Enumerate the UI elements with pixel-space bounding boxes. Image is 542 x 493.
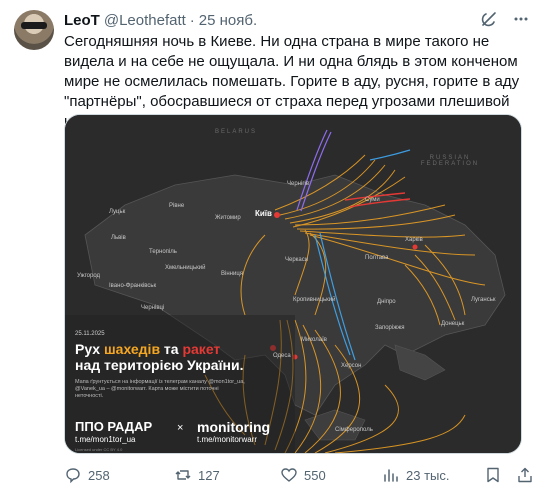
- city-label-cherkasy: Черкаси: [285, 257, 309, 263]
- city-label-lviv: Львів: [111, 235, 126, 241]
- reply-count: 258: [88, 467, 110, 483]
- headline-part-2: та: [160, 341, 183, 357]
- city-label-simferopol: Сімферополь: [335, 427, 373, 433]
- like-count: 550: [304, 467, 326, 483]
- tweet-actions: 258 127 550 23 тыс.: [64, 466, 534, 486]
- city-label-chernivtsi: Чернівці: [141, 305, 165, 311]
- city-label-vinnytsia: Вінниця: [221, 271, 243, 277]
- retweet-icon: [174, 466, 192, 484]
- city-label-zhytomyr: Житомир: [215, 215, 241, 221]
- city-label-kharkiv: Харків: [405, 237, 423, 243]
- avatar-glasses: [21, 22, 47, 29]
- city-label-uzhhorod: Ужгород: [77, 273, 101, 279]
- city-label-chernihiv: Чернігів: [287, 181, 310, 187]
- headline-rockets: ракет: [182, 341, 221, 357]
- city-label-dnipro: Дніпро: [377, 299, 396, 305]
- bookmark-icon: [484, 466, 502, 484]
- author-name[interactable]: LeoT: [64, 12, 100, 29]
- brand-ppo-radar: ППО РАДАР: [75, 419, 153, 434]
- tweet-header: LeoT @Leothefatt · 25 нояб.: [64, 10, 530, 30]
- avatar[interactable]: [14, 10, 54, 50]
- share-icon: [516, 466, 534, 484]
- city-label-odesa: Одеса: [273, 353, 291, 359]
- city-label-donetsk: Донецьк: [441, 321, 465, 327]
- headline-part-1: Рух: [75, 341, 104, 357]
- city-label-kropyvnytskyi: Кропивницький: [293, 297, 336, 303]
- tweet-time[interactable]: 25 нояб.: [199, 12, 257, 29]
- tweet-media-map[interactable]: BELARUS RUSSIAN FEDERATION Київ Чернігів…: [64, 114, 522, 454]
- views-chart-icon: [382, 466, 400, 484]
- city-label-zaporizhzhia: Запоріжжя: [375, 325, 405, 331]
- author-handle[interactable]: @Leothefatt: [104, 12, 186, 29]
- share-button[interactable]: [516, 466, 534, 484]
- brand-monitoring-link: t.me/monitorwarr: [197, 435, 258, 444]
- retweet-count: 127: [198, 467, 220, 483]
- map-date: 25.11.2025: [75, 331, 105, 337]
- views-count: 23 тыс.: [406, 467, 450, 483]
- city-label-ternopil: Тернопіль: [149, 249, 177, 255]
- map-headline: Рух шахедів та ракет над територією Украї…: [75, 341, 275, 373]
- grok-icon[interactable]: [480, 10, 498, 28]
- country-label-belarus: BELARUS: [215, 129, 258, 135]
- views-button[interactable]: 23 тыс.: [382, 466, 449, 484]
- country-label-russia: RUSSIAN FEDERATION: [420, 155, 480, 167]
- city-label-kyiv: Київ: [255, 209, 272, 218]
- more-icon[interactable]: [512, 10, 530, 28]
- city-label-ivano-frankivsk: Івано-Франківськ: [109, 283, 157, 289]
- brand-ppo-radar-link: t.me/mon1tor_ua: [75, 435, 136, 444]
- heart-icon: [280, 466, 298, 484]
- city-label-kherson: Херсон: [341, 363, 362, 369]
- reply-button[interactable]: 258: [64, 466, 110, 484]
- like-button[interactable]: 550: [280, 466, 326, 484]
- headline-shahed: шахедів: [103, 341, 161, 357]
- city-label-rivne: Рівне: [169, 203, 185, 209]
- tweet: LeoT @Leothefatt · 25 нояб. Сегодняшняя …: [0, 0, 542, 493]
- license-text: Licensed under CC BY 4.0: [75, 447, 123, 452]
- bookmark-button[interactable]: [484, 466, 502, 484]
- brand-separator: ×: [177, 422, 184, 434]
- map-note: Мапа ґрунтується на інформації із телегр…: [75, 379, 245, 399]
- city-label-sumy: Суми: [365, 197, 380, 203]
- city-label-lutsk: Луцьк: [109, 209, 126, 215]
- city-label-luhansk: Луганськ: [471, 297, 496, 303]
- reply-icon: [64, 466, 82, 484]
- separator: ·: [189, 11, 195, 29]
- brand-monitoring: monitoring: [197, 419, 271, 435]
- city-label-mykolaiv: Миколаїв: [301, 337, 327, 343]
- retweet-button[interactable]: 127: [174, 466, 220, 484]
- city-label-khmelnytskyi: Хмельницький: [165, 265, 206, 271]
- headline-part-3: над територією України.: [75, 357, 244, 373]
- city-label-poltava: Полтава: [365, 255, 389, 261]
